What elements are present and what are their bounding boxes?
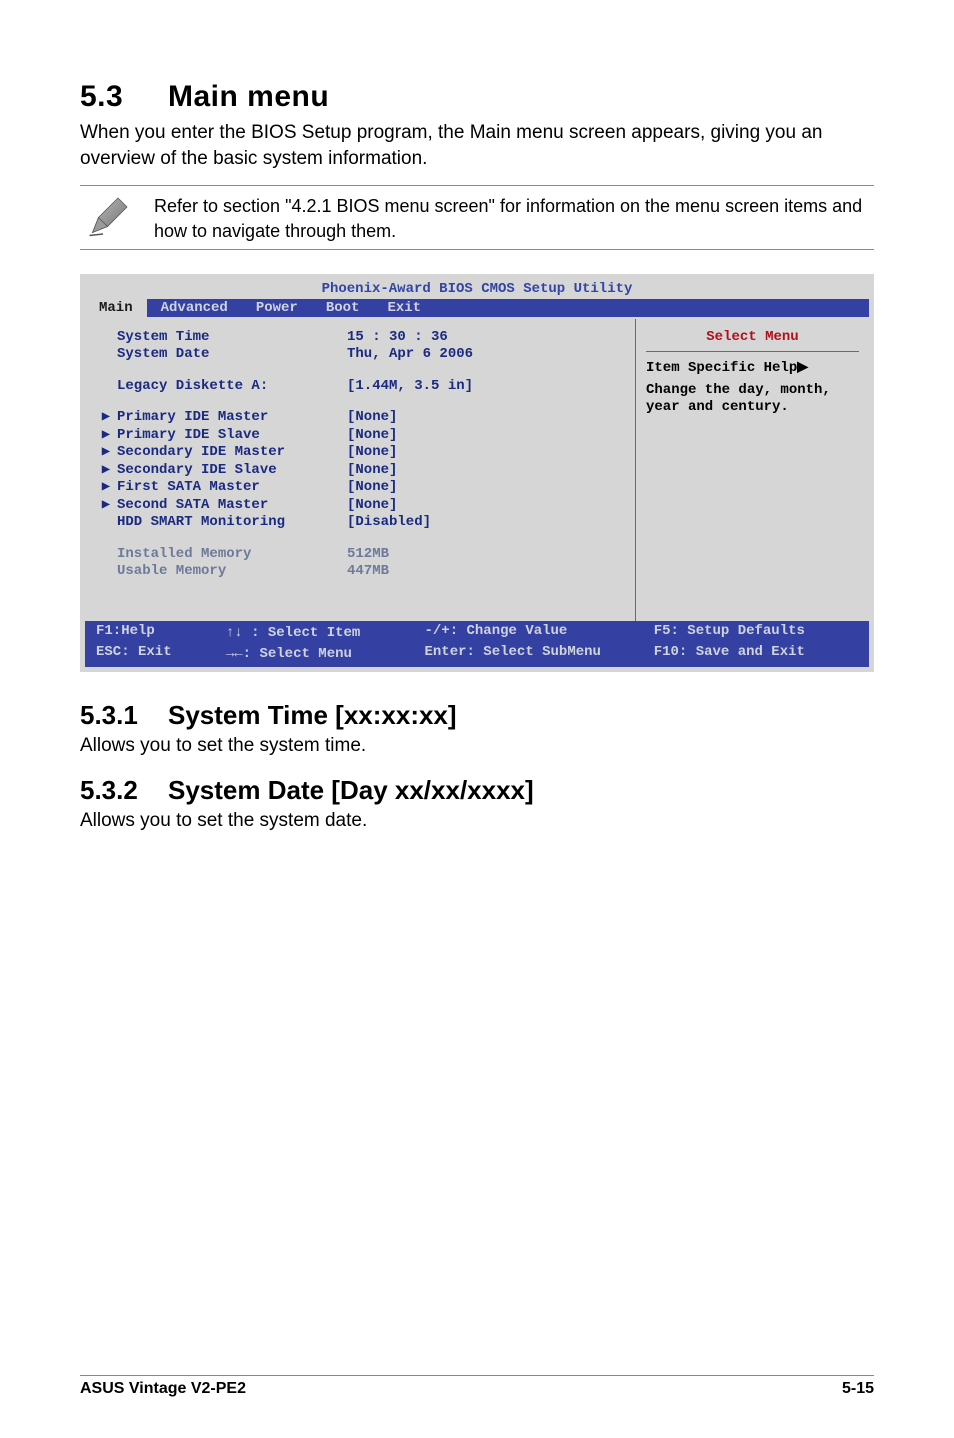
section-number: 5.3 bbox=[80, 80, 168, 114]
subsection-number: 5.3.1 bbox=[80, 700, 168, 731]
section-intro: When you enter the BIOS Setup program, t… bbox=[80, 120, 874, 171]
caret-icon: ▶ bbox=[95, 444, 117, 462]
caret-icon: ▶ bbox=[95, 427, 117, 445]
bios-tab-boot[interactable]: Boot bbox=[312, 299, 374, 317]
label-system-time: System Time bbox=[117, 329, 347, 347]
note-text: Refer to section "4.2.1 BIOS menu screen… bbox=[154, 192, 874, 243]
bios-footer: F1:Help ↑↓ : Select Item -/+: Change Val… bbox=[85, 621, 869, 667]
bios-help-pane: Select Menu Item Specific Help▶ Change t… bbox=[635, 319, 869, 621]
subsection-number: 5.3.2 bbox=[80, 775, 168, 806]
value-system-time: 15 : 30 : 36 bbox=[347, 329, 635, 347]
row-usable-memory: Usable Memory 447MB bbox=[95, 563, 635, 581]
footer-save: F10: Save and Exit bbox=[654, 644, 805, 660]
caret-icon: ▶ bbox=[95, 497, 117, 515]
footer-select-menu2: →←: Select Menu bbox=[226, 646, 352, 662]
section-name: Main menu bbox=[168, 80, 329, 113]
caret-icon: ▶ bbox=[95, 409, 117, 427]
bios-tab-main[interactable]: Main bbox=[85, 299, 147, 317]
value-legacy-diskette: [1.44M, 3.5 in] bbox=[347, 378, 635, 396]
pencil-icon bbox=[80, 192, 138, 240]
label-system-date: System Date bbox=[117, 346, 347, 364]
row-first-sata-master[interactable]: ▶ First SATA Master [None] bbox=[95, 479, 635, 497]
subsection-title-2: 5.3.2System Date [Day xx/xx/xxxx] bbox=[80, 775, 874, 806]
row-hdd-smart[interactable]: HDD SMART Monitoring [Disabled] bbox=[95, 514, 635, 532]
bios-tab-exit[interactable]: Exit bbox=[373, 299, 435, 317]
help-body: Change the day, month, year and century. bbox=[646, 376, 859, 417]
row-primary-ide-master[interactable]: ▶ Primary IDE Master [None] bbox=[95, 409, 635, 427]
bios-tab-power[interactable]: Power bbox=[242, 299, 312, 317]
subsection-title-1: 5.3.1System Time [xx:xx:xx] bbox=[80, 700, 874, 731]
subsection-body-1: Allows you to set the system time. bbox=[80, 735, 874, 757]
bios-tab-advanced[interactable]: Advanced bbox=[147, 299, 242, 317]
caret-icon: ▶ bbox=[95, 479, 117, 497]
bios-title: Phoenix-Award BIOS CMOS Setup Utility bbox=[85, 279, 869, 299]
bios-panel: Phoenix-Award BIOS CMOS Setup Utility Ma… bbox=[80, 274, 874, 672]
row-system-time[interactable]: System Time 15 : 30 : 36 bbox=[95, 329, 635, 347]
row-system-date[interactable]: System Date Thu, Apr 6 2006 bbox=[95, 346, 635, 364]
help-header: Select Menu bbox=[646, 329, 859, 352]
note-block: Refer to section "4.2.1 BIOS menu screen… bbox=[80, 185, 874, 250]
footer-product: ASUS Vintage V2-PE2 bbox=[80, 1380, 246, 1398]
footer-page-number: 5-15 bbox=[842, 1380, 874, 1398]
subsection-name: System Date [Day xx/xx/xxxx] bbox=[168, 775, 534, 805]
row-secondary-ide-slave[interactable]: ▶ Secondary IDE Slave [None] bbox=[95, 462, 635, 480]
bios-menubar: Main Advanced Power Boot Exit bbox=[85, 299, 869, 317]
bios-left-pane: System Time 15 : 30 : 36 System Date Thu… bbox=[85, 319, 635, 621]
footer-defaults: F5: Setup Defaults bbox=[654, 623, 805, 639]
label-legacy-diskette: Legacy Diskette A: bbox=[117, 378, 347, 396]
subsection-name: System Time [xx:xx:xx] bbox=[168, 700, 457, 730]
footer-change-value: -/+: Change Value bbox=[425, 623, 568, 639]
row-primary-ide-slave[interactable]: ▶ Primary IDE Slave [None] bbox=[95, 427, 635, 445]
section-title: 5.3Main menu bbox=[80, 80, 874, 114]
footer-help: F1:Help bbox=[96, 623, 155, 639]
page-footer: ASUS Vintage V2-PE2 5-15 bbox=[80, 1375, 874, 1398]
value-system-date: Thu, Apr 6 2006 bbox=[347, 346, 635, 364]
footer-esc: ESC: Exit bbox=[96, 644, 172, 660]
row-legacy-diskette[interactable]: Legacy Diskette A: [1.44M, 3.5 in] bbox=[95, 378, 635, 396]
row-secondary-ide-master[interactable]: ▶ Secondary IDE Master [None] bbox=[95, 444, 635, 462]
triangle-right-icon: ▶ bbox=[797, 358, 808, 374]
subsection-body-2: Allows you to set the system date. bbox=[80, 810, 874, 832]
footer-select-item: ↑↓ : Select Item bbox=[226, 625, 360, 641]
help-title: Item Specific Help▶ bbox=[646, 358, 859, 376]
row-second-sata-master[interactable]: ▶ Second SATA Master [None] bbox=[95, 497, 635, 515]
footer-enter-submenu: Enter: Select SubMenu bbox=[425, 644, 601, 660]
row-installed-memory: Installed Memory 512MB bbox=[95, 546, 635, 564]
caret-icon: ▶ bbox=[95, 462, 117, 480]
